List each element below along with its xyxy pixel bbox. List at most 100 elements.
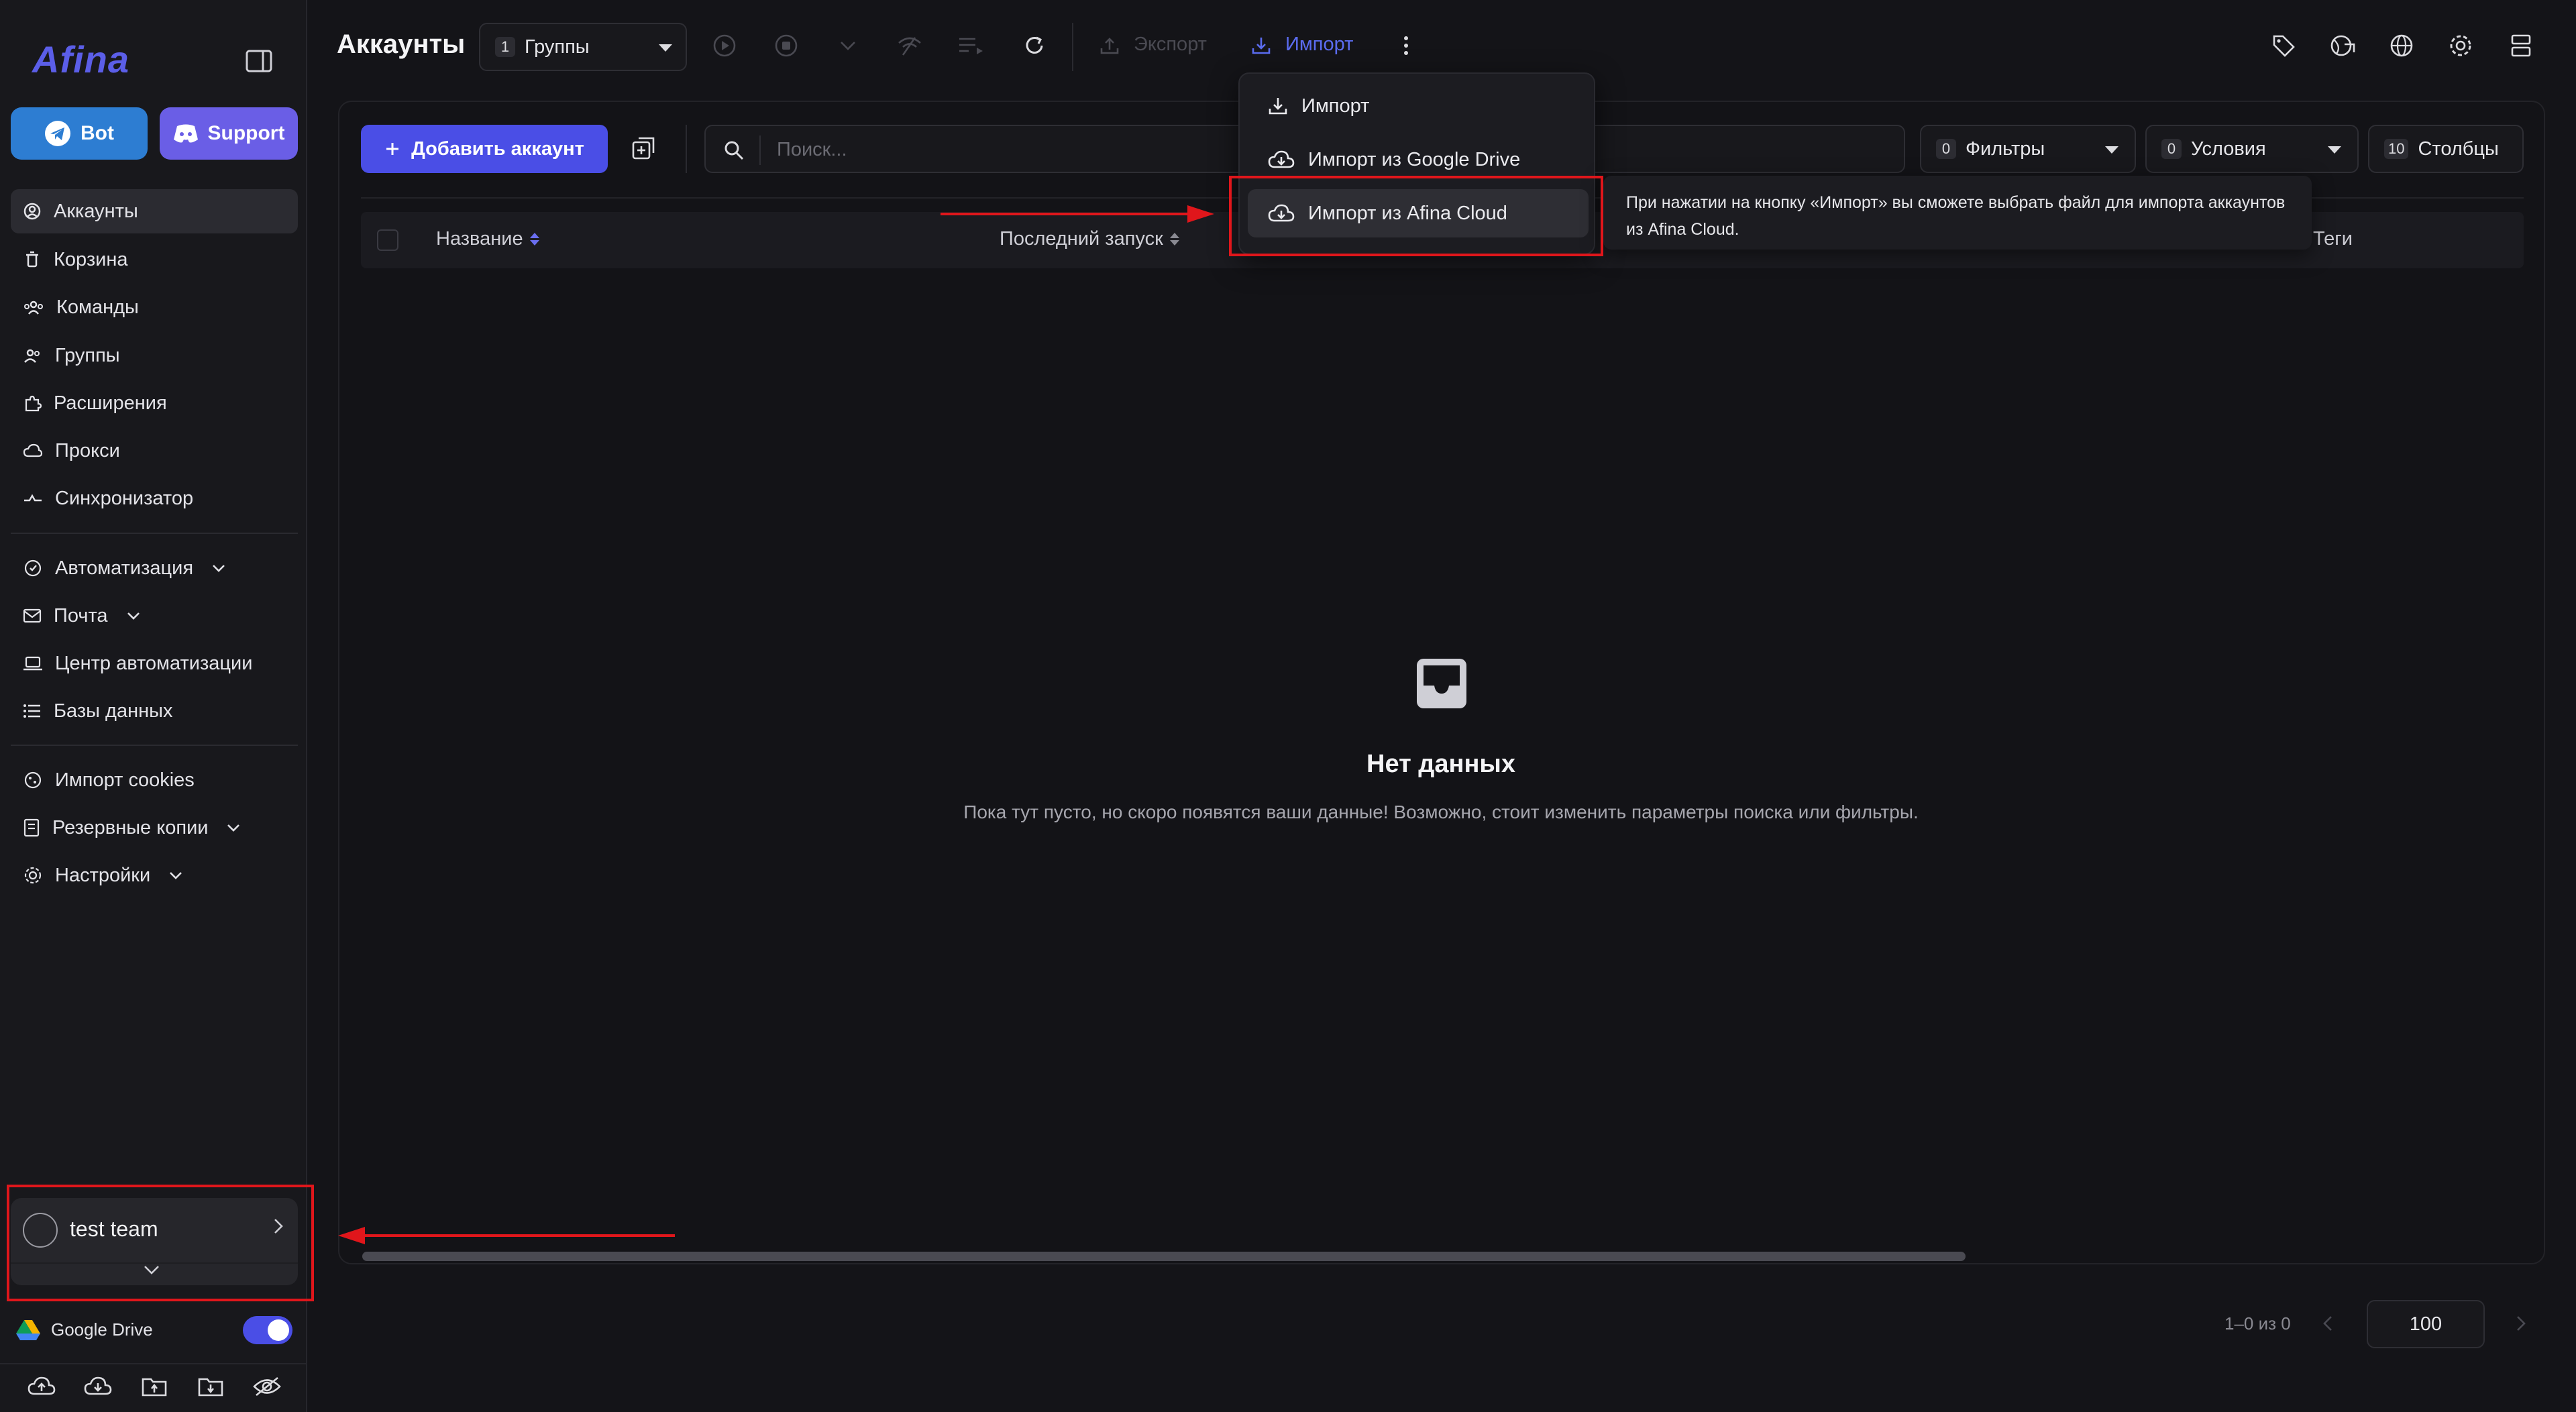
sidebar-item-label: Центр автоматизации (55, 652, 253, 674)
globe-icon[interactable] (2385, 30, 2418, 62)
sidebar-item-label: Аккаунты (54, 200, 138, 222)
sidebar-item-backups[interactable]: Резервные копии (11, 806, 298, 850)
sidebar-item-accounts[interactable]: Аккаунты (11, 189, 298, 233)
telegram-icon (44, 120, 71, 147)
annotation-arrow-to-menu (941, 213, 1202, 215)
page-size-select[interactable]: 100 (2367, 1300, 2485, 1348)
empty-inbox-icon (1413, 655, 1470, 712)
upload-icon[interactable] (1093, 30, 1126, 62)
sidebar-item-label: Корзина (54, 248, 128, 270)
sort-icon (529, 233, 539, 246)
sidebar-divider (11, 533, 298, 534)
mail-icon (23, 608, 42, 623)
column-header-label: Теги (2313, 228, 2353, 250)
support-button[interactable]: Support (160, 107, 298, 160)
filters-count: 0 (1936, 139, 1956, 159)
add-account-label: Добавить аккаунт (411, 138, 584, 160)
puzzle-icon (23, 394, 42, 413)
column-name[interactable]: Название (436, 228, 539, 250)
groups-count: 1 (495, 37, 515, 57)
sidebar-item-label: Синхронизатор (55, 487, 194, 509)
folder-download-icon[interactable] (195, 1372, 227, 1401)
menu-item-import[interactable]: Импорт (1248, 82, 1589, 130)
cookie-icon (23, 770, 43, 790)
google-drive-toggle[interactable] (243, 1316, 292, 1344)
page-title: Аккаунты (337, 30, 466, 59)
folder-upload-icon[interactable] (138, 1372, 170, 1401)
support-label: Support (207, 122, 285, 144)
sidebar-item-teams[interactable]: Команды (11, 285, 298, 329)
annotation-highlight-team (7, 1185, 314, 1301)
columns-label: Столбцы (2418, 138, 2499, 160)
more-vertical-icon[interactable] (1390, 30, 1422, 62)
sidebar-item-label: Почта (54, 604, 108, 627)
backup-icon (23, 818, 40, 837)
search-divider (759, 135, 761, 165)
sidebar-item-automation[interactable]: Автоматизация (11, 546, 298, 590)
refresh-icon[interactable] (1018, 30, 1051, 62)
signal-icon[interactable] (894, 30, 926, 62)
globe-network-icon[interactable] (2326, 30, 2359, 62)
sidebar-item-label: Прокси (55, 439, 120, 461)
cloud-download-icon (1268, 150, 1295, 170)
menu-item-label: Импорт (1301, 95, 1370, 117)
sidebar-item-import-cookies[interactable]: Импорт cookies (11, 758, 298, 802)
column-header-label: Название (436, 228, 523, 250)
sidebar-item-label: Импорт cookies (55, 769, 195, 791)
sidebar-item-automation-center[interactable]: Центр автоматизации (11, 641, 298, 686)
sidebar-item-settings[interactable]: Настройки (11, 853, 298, 898)
google-drive-row: Google Drive (16, 1313, 153, 1346)
sidebar-item-proxy[interactable]: Прокси (11, 429, 298, 473)
add-account-button[interactable]: Добавить аккаунт (361, 125, 608, 173)
cloud-icon (23, 443, 43, 459)
plus-icon (384, 141, 400, 157)
cloud-upload-icon[interactable] (25, 1372, 58, 1401)
sidebar-collapse-icon[interactable] (246, 50, 272, 72)
columns-button[interactable]: 10 Столбцы (2368, 125, 2524, 173)
menu-item-label: Импорт из Google Drive (1308, 148, 1521, 170)
playlist-icon[interactable] (955, 30, 987, 62)
chevron-down-icon (212, 564, 225, 572)
users-group-icon (23, 346, 43, 365)
horizontal-scrollbar[interactable] (362, 1252, 1966, 1261)
annotation-arrow-to-team (362, 1234, 675, 1237)
sidebar-item-databases[interactable]: Базы данных (11, 689, 298, 733)
sidebar-divider (11, 745, 298, 746)
conditions-select[interactable]: 0 Условия (2145, 125, 2359, 173)
discord-icon (173, 123, 199, 144)
column-tags[interactable]: Теги (2313, 228, 2353, 250)
download-icon[interactable] (1245, 30, 1277, 62)
empty-state-title: Нет данных (1366, 750, 1515, 778)
filters-select[interactable]: 0 Фильтры (1920, 125, 2136, 173)
select-all-checkbox[interactable] (377, 229, 398, 251)
play-icon[interactable] (708, 30, 741, 62)
layout-rows-icon[interactable] (2505, 30, 2537, 62)
annotation-highlight-afina-cloud (1229, 176, 1603, 256)
next-page-icon[interactable] (2516, 1315, 2526, 1332)
export-button[interactable]: Экспорт (1134, 34, 1207, 56)
cloud-download-icon[interactable] (82, 1372, 114, 1401)
prev-page-icon[interactable] (2322, 1315, 2333, 1332)
chevron-down-icon[interactable] (832, 30, 864, 62)
groups-select[interactable]: 1 Группы (479, 23, 687, 71)
sidebar-item-trash[interactable]: Корзина (11, 237, 298, 282)
settings-gear-icon[interactable] (2445, 30, 2477, 62)
stop-icon[interactable] (770, 30, 802, 62)
sidebar-item-mail[interactable]: Почта (11, 594, 298, 638)
footer-divider (0, 1363, 307, 1364)
column-last-launch[interactable]: Последний запуск (1000, 228, 1179, 250)
sidebar-item-extensions[interactable]: Расширения (11, 381, 298, 425)
annotation-arrowhead-icon (338, 1227, 365, 1244)
list-icon (23, 703, 42, 719)
eye-off-icon[interactable] (251, 1372, 283, 1401)
sidebar-item-groups[interactable]: Группы (11, 333, 298, 378)
bulk-add-icon[interactable] (631, 135, 657, 162)
bot-button[interactable]: Bot (11, 107, 148, 160)
sidebar-item-label: Резервные копии (52, 816, 209, 838)
sidebar-item-synchronizer[interactable]: Синхронизатор (11, 476, 298, 521)
import-button[interactable]: Импорт (1285, 34, 1353, 56)
tag-icon[interactable] (2267, 30, 2300, 62)
annotation-arrowhead-icon (1187, 205, 1214, 223)
filters-label: Фильтры (1966, 138, 2045, 160)
user-circle-icon (23, 202, 42, 221)
